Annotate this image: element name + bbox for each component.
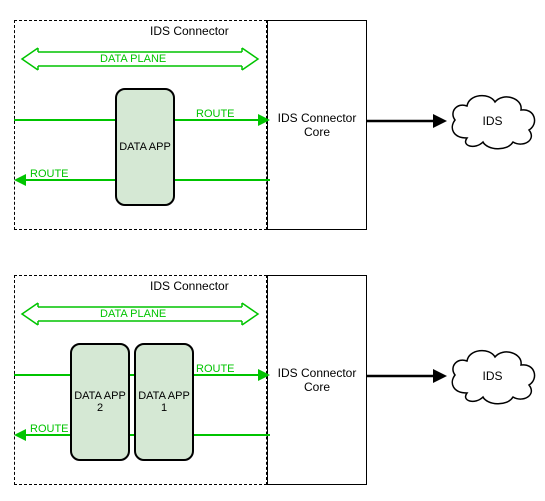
ids-cloud-2-label: IDS xyxy=(445,369,540,383)
route-in-label-1: ROUTE xyxy=(196,108,235,120)
data-app-2-box: DATA APP 2 xyxy=(70,343,130,461)
data-app-1: DATA APP xyxy=(115,88,175,206)
ids-cloud-1-label: IDS xyxy=(445,114,540,128)
core-to-cloud-arrow-1 xyxy=(367,113,447,129)
data-app-1-label: DATA APP xyxy=(119,141,171,153)
core-label-2: IDS Connector Core xyxy=(278,366,357,394)
core-box-2: IDS Connector Core xyxy=(267,275,367,485)
core-to-cloud-arrow-2 xyxy=(367,368,447,384)
data-app-1-box: DATA APP 1 xyxy=(134,343,194,461)
route-out-label-1: ROUTE xyxy=(30,168,69,180)
ids-cloud-2: IDS xyxy=(445,345,540,407)
data-plane-label-2: DATA PLANE xyxy=(100,308,166,320)
data-app-2-label: DATA APP 2 xyxy=(74,390,126,414)
data-plane-label-1: DATA PLANE xyxy=(100,53,166,65)
connector-label-1: IDS Connector xyxy=(150,24,229,38)
ids-cloud-1: IDS xyxy=(445,90,540,152)
connector-label-2: IDS Connector xyxy=(150,279,229,293)
core-label-1: IDS Connector Core xyxy=(278,111,357,139)
route-in-label-2: ROUTE xyxy=(196,363,235,375)
route-out-label-2: ROUTE xyxy=(30,423,69,435)
data-app-1-label: DATA APP 1 xyxy=(138,390,190,414)
core-box-1: IDS Connector Core xyxy=(267,20,367,230)
